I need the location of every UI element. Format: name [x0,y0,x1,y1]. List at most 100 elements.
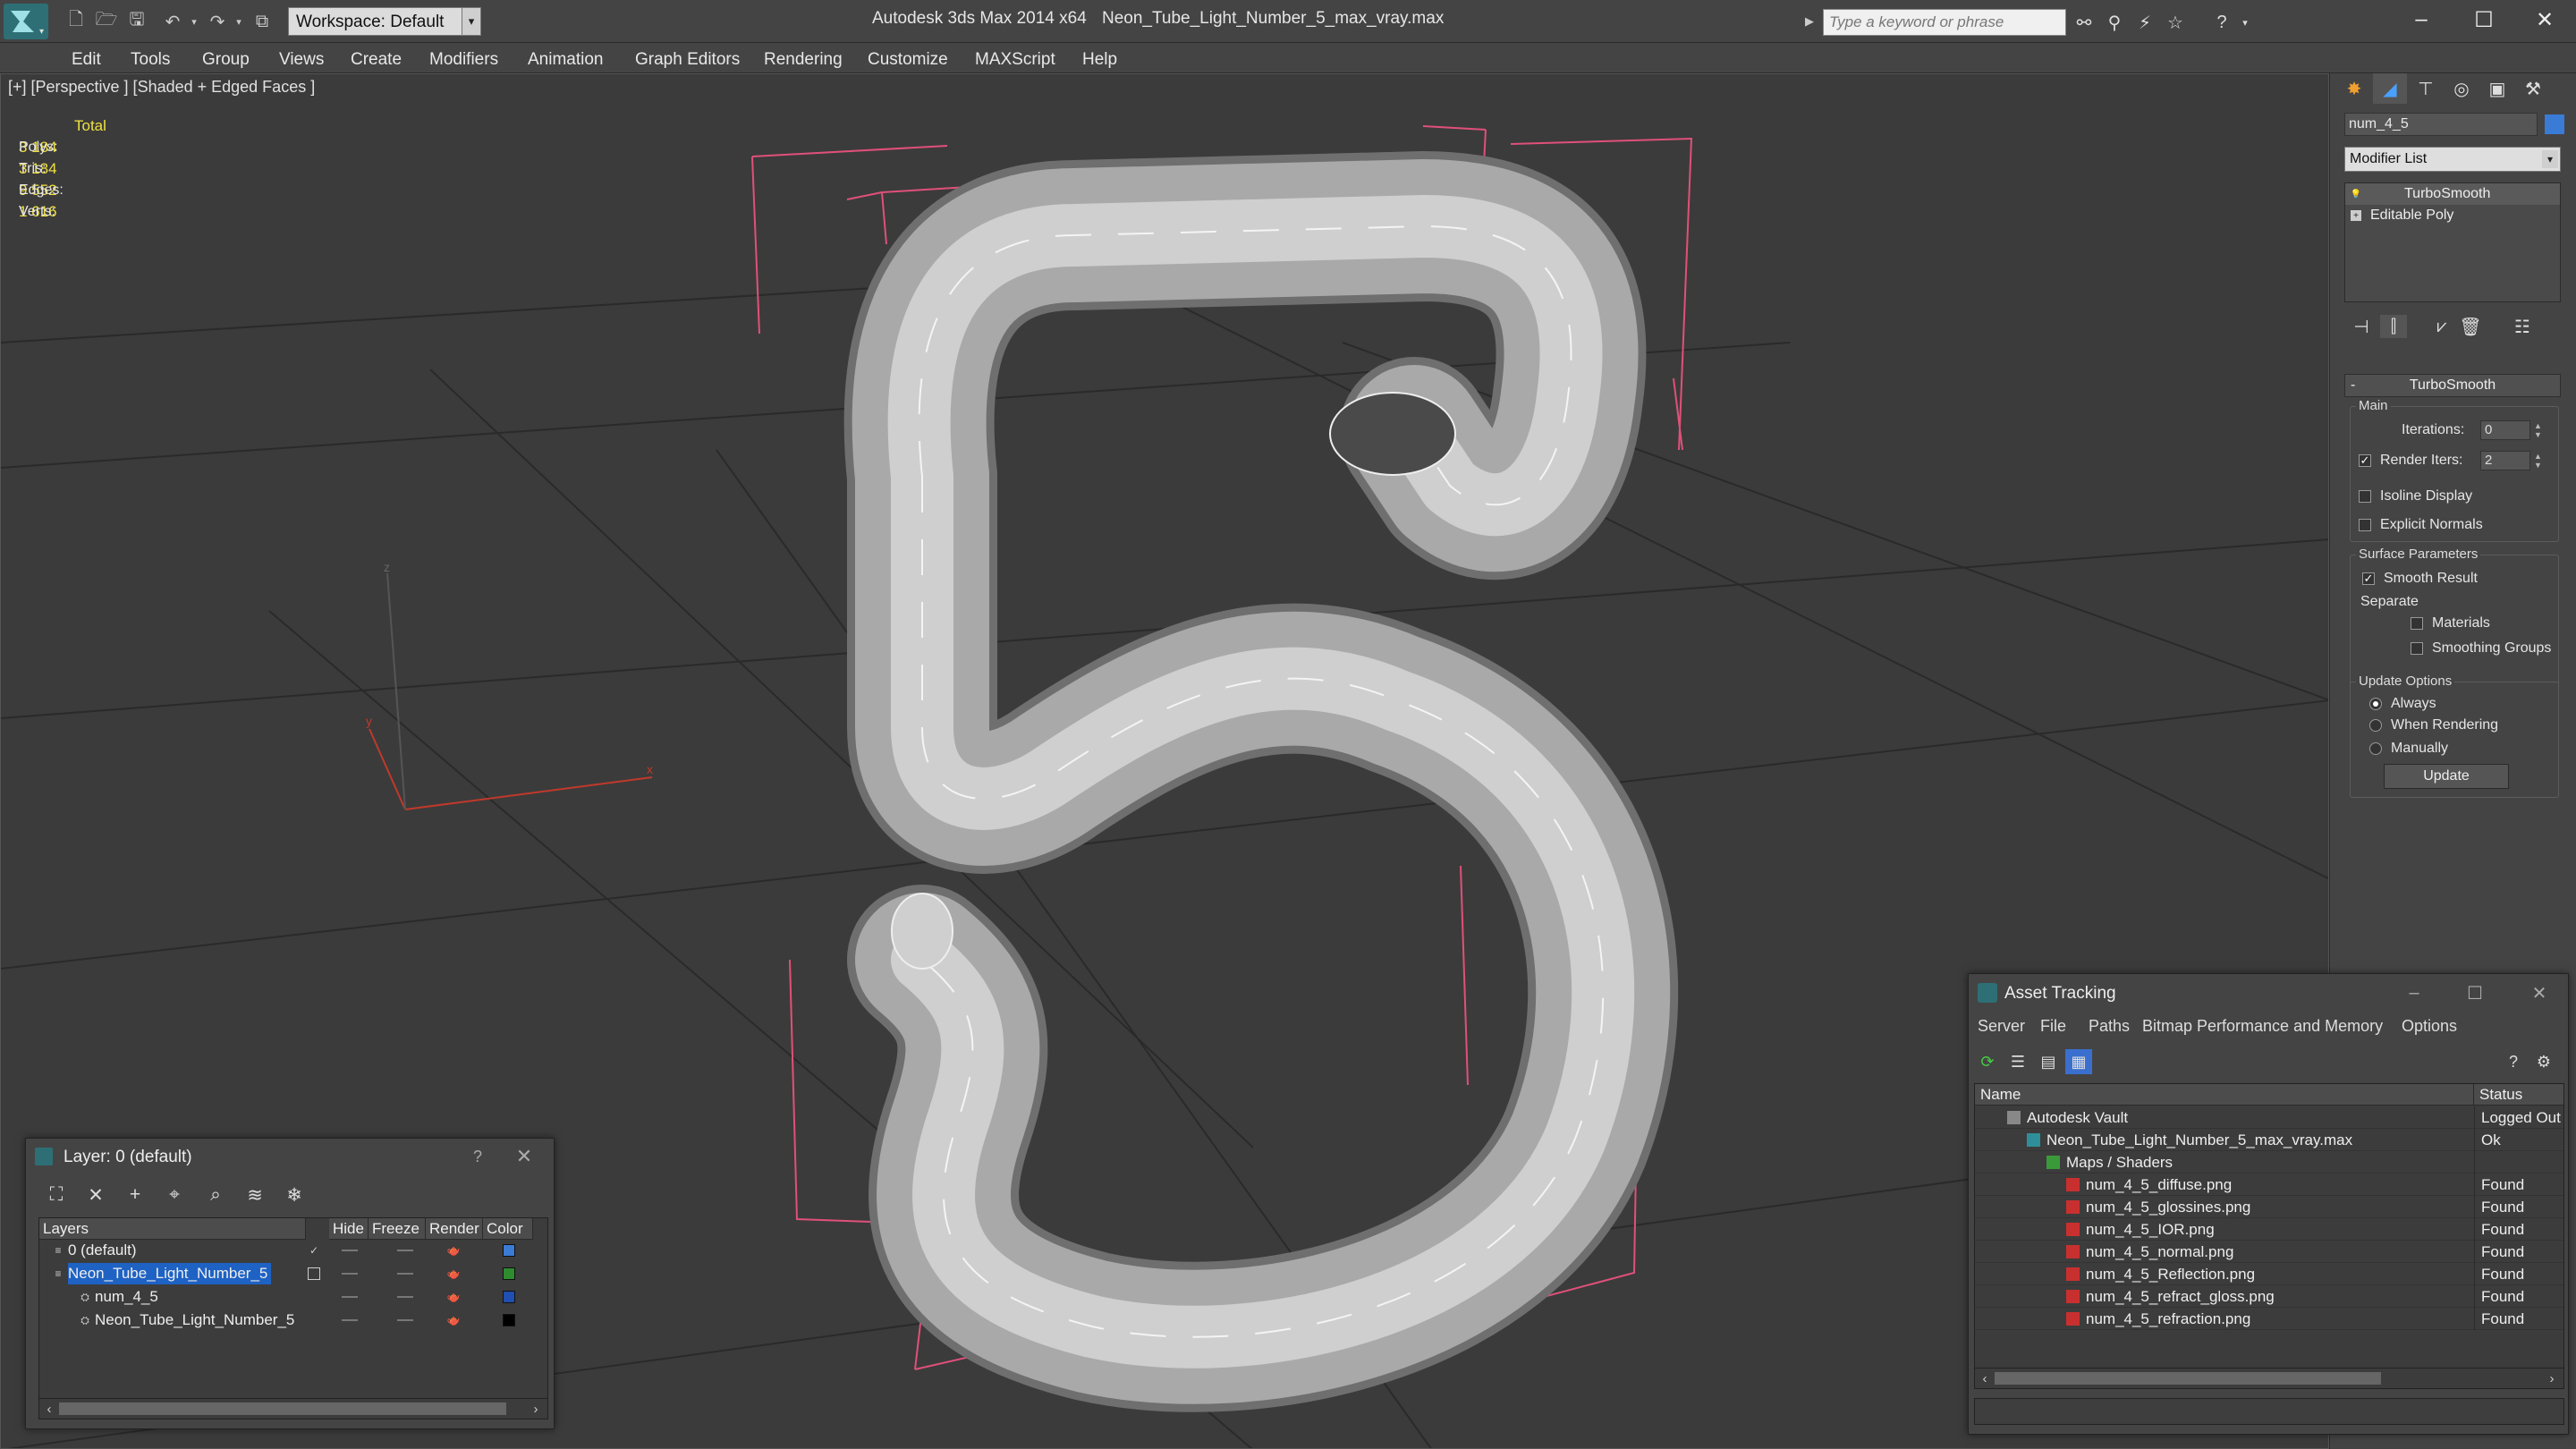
render-iters-spinner[interactable]: 2 [2480,451,2530,470]
turbosmooth-rollout-header[interactable]: - TurboSmooth [2344,374,2561,397]
set-active-box-icon[interactable] [308,1314,320,1326]
help-icon[interactable]: ? [462,1144,493,1169]
asset-menu-options[interactable]: Options [2402,1017,2457,1036]
column-header-layers[interactable]: Layers [39,1218,306,1240]
layer-color-swatch[interactable] [503,1267,515,1280]
asset-horizontal-scrollbar[interactable]: ‹ › [1974,1368,2564,1389]
expand-icon[interactable]: + [2351,210,2361,221]
undo-icon[interactable]: ↶ [161,11,184,32]
help-icon[interactable]: ? [2500,1049,2527,1074]
freeze-all-icon[interactable]: ❄ [280,1182,309,1208]
app-logo-icon[interactable]: ▾ [4,4,48,39]
close-icon[interactable]: ✕ [509,1144,539,1169]
asset-row[interactable]: Neon_Tube_Light_Number_5_max_vray.max Ok [1975,1129,2563,1151]
asset-menu-bitmap-performance[interactable]: Bitmap Performance and Memory [2142,1017,2383,1036]
isoline-display-checkbox[interactable] [2359,490,2371,503]
select-layer-icon[interactable]: ⌕ [201,1182,230,1208]
when-rendering-radio[interactable] [2369,719,2382,732]
render-teapot-icon[interactable]: 🫖 [447,1314,461,1326]
menu-graph-editors[interactable]: Graph Editors [635,50,740,70]
layer-row[interactable]: ≡ Neon_Tube_Light_Number_5 🫖 [39,1263,547,1284]
layer-row[interactable]: ≡ 0 (default) ✓ 🫖 [39,1240,547,1261]
smooth-result-checkbox[interactable]: ✓ [2362,572,2375,585]
stack-item-turbosmooth[interactable]: 💡 TurboSmooth [2345,183,2560,205]
update-button[interactable]: Update [2384,764,2509,789]
menu-maxscript[interactable]: MAXScript [975,50,1055,70]
asset-row[interactable]: Autodesk Vault Logged Out [1975,1106,2563,1129]
search-expand-icon[interactable]: ▶ [1805,11,1823,32]
layer-row[interactable]: ⛭ Neon_Tube_Light_Number_5 🫖 [39,1309,547,1331]
column-header-color[interactable]: Color [483,1218,533,1240]
set-active-box-icon[interactable] [308,1291,320,1303]
menu-modifiers[interactable]: Modifiers [429,50,498,70]
menu-tools[interactable]: Tools [131,50,170,70]
column-header-render[interactable]: Render [426,1218,483,1240]
layer-row[interactable]: ⛭ num_4_5 🫖 [39,1286,547,1308]
always-radio[interactable] [2369,698,2382,710]
scrollbar-thumb[interactable] [1995,1372,2381,1385]
minimize-icon[interactable]: – [2399,4,2444,36]
layer-color-swatch[interactable] [503,1244,515,1257]
menu-rendering[interactable]: Rendering [764,50,843,70]
object-name-field[interactable]: num_4_5 [2344,113,2538,136]
save-icon[interactable]: 🖫 [125,10,148,32]
asset-menu-file[interactable]: File [2040,1017,2066,1036]
search-input[interactable]: Type a keyword or phrase [1823,9,2066,36]
remove-modifier-icon[interactable]: 🗑 [2457,315,2484,338]
redo-icon[interactable]: ↷ [206,11,229,32]
delete-layer-icon[interactable]: ✕ [81,1182,110,1208]
favorites-star-icon[interactable]: ☆ [2163,11,2188,34]
thumbnail-view-icon[interactable]: ▤ [2035,1049,2062,1074]
make-unique-icon[interactable]: ⩗ [2428,315,2455,338]
hierarchy-tab-icon[interactable]: ⊤ [2409,73,2443,104]
add-to-layer-icon[interactable]: + [121,1182,149,1208]
layer-horizontal-scrollbar[interactable]: ‹ › [38,1398,548,1419]
open-icon[interactable]: 🗁 [95,10,118,32]
hide-toggle[interactable] [342,1250,358,1251]
new-layer-icon[interactable]: ⛶ [42,1182,71,1208]
render-teapot-icon[interactable]: 🫖 [447,1291,461,1303]
render-teapot-icon[interactable]: 🫖 [447,1267,461,1280]
menu-customize[interactable]: Customize [868,50,948,70]
scroll-left-icon[interactable]: ‹ [41,1401,57,1417]
menu-group[interactable]: Group [202,50,250,70]
hold-icon[interactable]: ⧉ [250,11,274,32]
scrollbar-thumb[interactable] [59,1402,506,1415]
hide-toggle[interactable] [342,1273,358,1275]
viewport-label[interactable]: [+] [Perspective ] [Shaded + Edged Faces… [8,78,315,97]
asset-row[interactable]: num_4_5_refraction.png Found [1975,1308,2563,1330]
select-objects-icon[interactable]: ⌖ [160,1182,189,1208]
lightbulb-icon[interactable]: 💡 [2351,189,2361,199]
table-view-icon[interactable]: ▦ [2065,1049,2092,1074]
scroll-left-icon[interactable]: ‹ [1977,1370,1993,1386]
asset-menu-paths[interactable]: Paths [2089,1017,2130,1036]
set-active-box-icon[interactable] [308,1267,320,1280]
motion-tab-icon[interactable]: ◎ [2445,73,2479,104]
modifier-list-dropdown[interactable]: Modifier List ▾ [2344,147,2561,172]
smoothing-groups-checkbox[interactable] [2411,642,2423,655]
configure-modifier-sets-icon[interactable]: ☷ [2509,315,2536,338]
communication-center-icon[interactable]: ⚡ [2132,11,2157,34]
utilities-tab-icon[interactable]: ⚒ [2516,73,2550,104]
scroll-right-icon[interactable]: › [528,1401,544,1417]
column-header-hide[interactable]: Hide [329,1218,369,1240]
menu-create[interactable]: Create [351,50,402,70]
modify-tab-icon[interactable]: ◢ [2373,73,2407,104]
asset-row[interactable]: num_4_5_normal.png Found [1975,1241,2563,1263]
menu-animation[interactable]: Animation [528,50,604,70]
hide-toggle[interactable] [342,1319,358,1321]
show-end-result-icon[interactable]: ⫿ [2380,315,2407,338]
hide-toggle[interactable] [342,1296,358,1298]
display-tab-icon[interactable]: ▣ [2480,73,2514,104]
new-icon[interactable]: 🗋 [64,10,88,32]
refresh-icon[interactable]: ⟳ [1974,1049,2001,1074]
render-teapot-icon[interactable]: 🫖 [447,1244,461,1257]
settings-icon[interactable]: ⚙ [2530,1049,2557,1074]
binoculars-icon[interactable]: ⚯ [2072,11,2097,34]
asset-row[interactable]: num_4_5_glossines.png Found [1975,1196,2563,1218]
help-icon[interactable]: ? [2209,11,2234,34]
materials-checkbox[interactable] [2411,617,2423,630]
asset-row[interactable]: Maps / Shaders [1975,1151,2563,1174]
column-header-status[interactable]: Status [2474,1084,2563,1106]
asset-row[interactable]: num_4_5_Reflection.png Found [1975,1263,2563,1285]
